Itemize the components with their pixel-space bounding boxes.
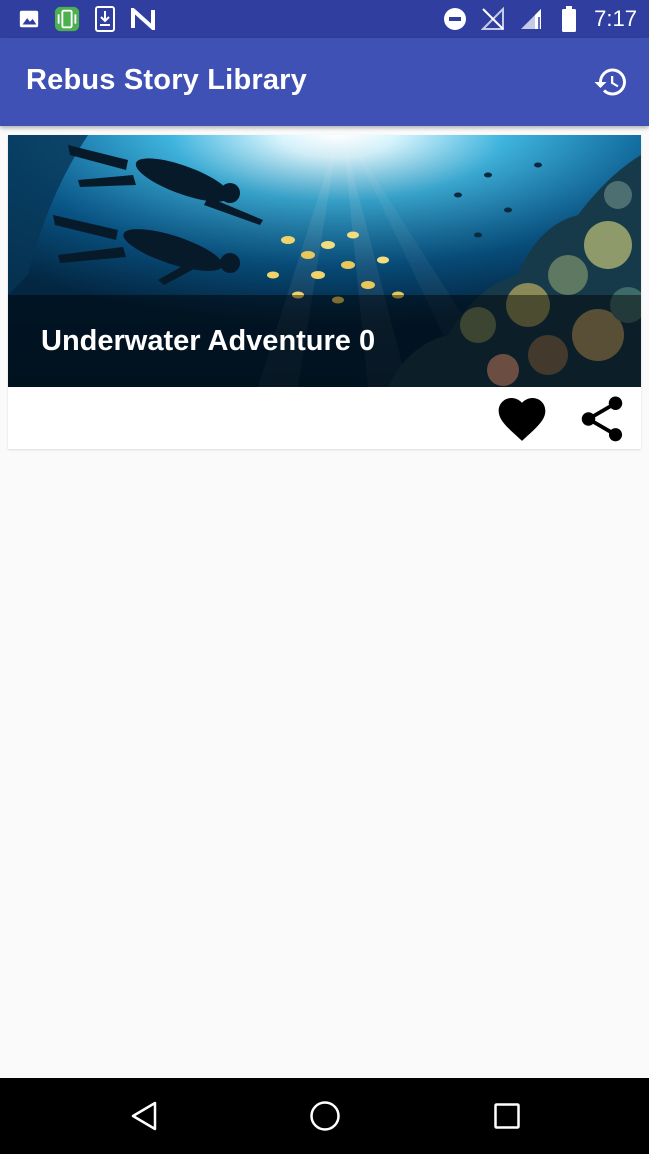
navigation-bar — [0, 1078, 649, 1154]
battery-icon — [556, 5, 582, 33]
phone-sync-icon — [54, 5, 80, 33]
history-button[interactable] — [591, 62, 631, 102]
back-icon — [131, 1101, 157, 1131]
card-actions — [8, 387, 641, 449]
status-bar: 7:17 — [0, 0, 649, 38]
back-button[interactable] — [124, 1096, 164, 1136]
do-not-disturb-icon — [442, 5, 468, 33]
share-button[interactable] — [572, 391, 632, 447]
status-system: 7:17 — [442, 4, 637, 34]
recents-button[interactable] — [487, 1096, 527, 1136]
story-cover-image[interactable]: Underwater Adventure 0 — [8, 135, 641, 387]
image-icon — [16, 5, 42, 33]
app-title: Rebus Story Library — [26, 64, 307, 96]
app-bar: Rebus Story Library — [0, 38, 649, 126]
status-clock: 7:17 — [594, 6, 637, 31]
favorite-button[interactable] — [492, 391, 552, 447]
story-card[interactable]: Underwater Adventure 0 — [8, 135, 641, 449]
download-icon — [92, 5, 118, 33]
recents-icon — [494, 1103, 520, 1129]
home-icon — [310, 1101, 340, 1131]
status-notifications — [16, 5, 156, 33]
story-title: Underwater Adventure 0 — [41, 325, 376, 357]
history-icon — [594, 68, 626, 96]
signal-icon — [518, 5, 544, 33]
home-button[interactable] — [305, 1096, 345, 1136]
n-logo-icon — [130, 5, 156, 33]
heart-icon — [498, 398, 546, 441]
share-icon — [581, 396, 623, 442]
no-signal-icon — [480, 5, 506, 33]
